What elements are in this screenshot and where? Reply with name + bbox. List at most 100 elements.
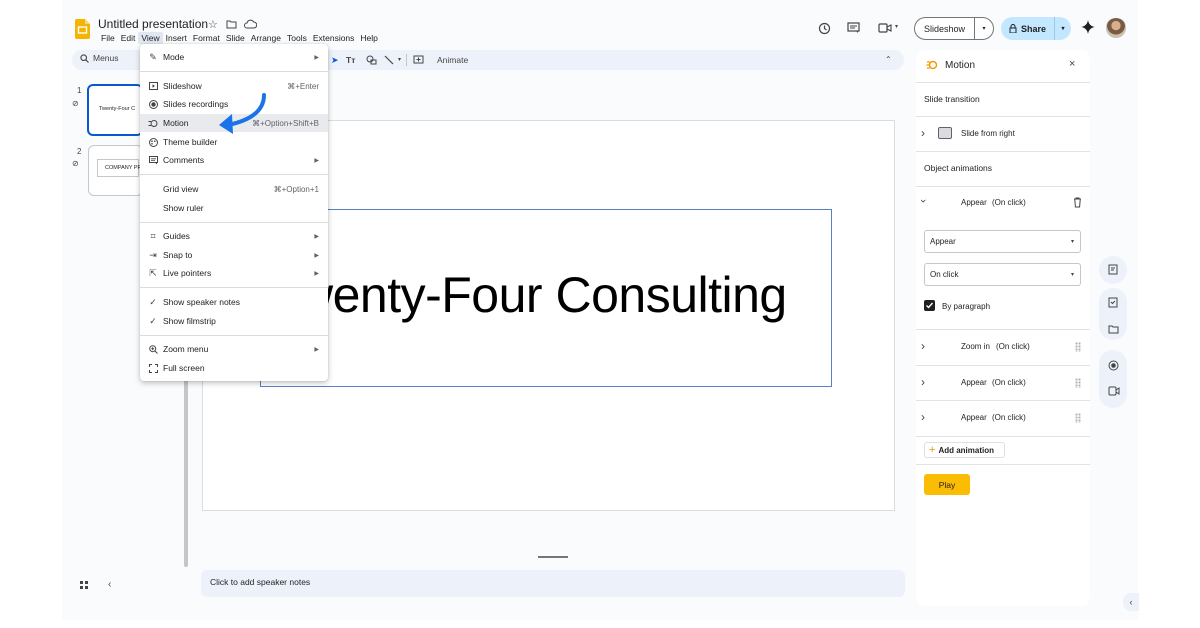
trigger-select[interactable]: On click ▾ xyxy=(924,263,1081,286)
collapse-filmstrip-icon[interactable]: ‹ xyxy=(108,579,111,590)
animation-trigger[interactable]: (On click) xyxy=(996,342,1030,351)
menu-tools[interactable]: Tools xyxy=(284,32,310,44)
slideshow-label[interactable]: Slideshow xyxy=(915,18,975,39)
gemini-sparkle-icon[interactable] xyxy=(1081,20,1095,34)
dropdown-arrow-icon: ▾ xyxy=(1070,239,1074,245)
tasks-icon[interactable] xyxy=(1108,297,1118,308)
menu-item-grid-view[interactable]: Grid view ⌘+Option+1 xyxy=(140,180,328,198)
menu-divider xyxy=(140,71,328,72)
slideshow-button[interactable]: Slideshow ▾ xyxy=(914,17,994,40)
thumbnail-text: Twenty-Four C xyxy=(99,106,136,112)
chevron-right-icon[interactable]: › xyxy=(921,410,925,424)
submenu-arrow-icon: ▶ xyxy=(314,252,319,259)
drag-handle-icon[interactable] xyxy=(1075,413,1081,423)
menu-slide[interactable]: Slide xyxy=(223,32,248,44)
comment-icon xyxy=(148,155,158,165)
move-folder-icon[interactable] xyxy=(226,19,237,29)
delete-icon[interactable] xyxy=(1073,197,1082,208)
menu-item-label: Zoom menu xyxy=(163,344,209,354)
slides-logo[interactable] xyxy=(75,19,90,39)
share-main[interactable]: Share xyxy=(1001,17,1055,40)
record-icon[interactable] xyxy=(1108,360,1119,371)
chevron-down-icon[interactable]: › xyxy=(917,199,929,203)
menu-file[interactable]: File xyxy=(98,32,118,44)
animation-trigger[interactable]: (On click) xyxy=(992,378,1026,387)
menus-search[interactable]: Menus xyxy=(80,53,119,63)
menu-item-show-filmstrip[interactable]: ✓ Show filmstrip xyxy=(140,312,328,330)
comments-icon[interactable] xyxy=(844,19,862,37)
effect-select[interactable]: Appear ▾ xyxy=(924,230,1081,253)
document-title[interactable]: Untitled presentation xyxy=(98,17,208,31)
slide-thumbnail[interactable]: Twenty-Four C xyxy=(87,84,143,136)
transition-effect[interactable]: Slide from right xyxy=(961,129,1015,138)
chevron-right-icon[interactable]: › xyxy=(921,375,925,389)
slideshow-dropdown-icon[interactable]: ▾ xyxy=(975,25,993,32)
menu-item-live-pointers[interactable]: ⇱ Live pointers ▶ xyxy=(140,264,328,282)
select-cursor-icon[interactable]: ➤ xyxy=(331,55,339,66)
menu-item-show-ruler[interactable]: Show ruler xyxy=(140,199,328,217)
menu-item-snap-to[interactable]: ⇥ Snap to ▶ xyxy=(140,246,328,264)
avatar[interactable] xyxy=(1106,18,1126,38)
animation-effect[interactable]: Appear xyxy=(961,378,987,387)
cloud-status-icon[interactable] xyxy=(244,19,257,29)
by-paragraph-label: By paragraph xyxy=(942,302,991,311)
menu-insert[interactable]: Insert xyxy=(163,32,190,44)
add-animation-label: Add animation xyxy=(938,445,994,455)
notes-resize-handle[interactable] xyxy=(538,556,568,558)
animation-trigger[interactable]: (On click) xyxy=(992,413,1026,422)
line-icon[interactable] xyxy=(384,55,394,65)
slide-thumbnail[interactable]: COMPANY PR xyxy=(88,145,143,196)
menu-item-full-screen[interactable]: Full screen xyxy=(140,359,328,377)
add-animation-button[interactable]: + Add animation xyxy=(924,442,1005,458)
drag-handle-icon[interactable] xyxy=(1075,378,1081,388)
side-button-group xyxy=(1099,350,1127,408)
menu-item-show-speaker-notes[interactable]: ✓ Show speaker notes xyxy=(140,293,328,311)
menu-view[interactable]: View xyxy=(138,32,163,44)
menu-item-comments[interactable]: Comments ▶ xyxy=(140,151,328,169)
shape-icon[interactable] xyxy=(366,55,377,65)
animation-effect[interactable]: Appear xyxy=(961,198,987,207)
line-dropdown-icon[interactable]: ▾ xyxy=(398,56,401,63)
divider xyxy=(916,400,1090,401)
menu-extensions[interactable]: Extensions xyxy=(310,32,358,44)
folder-icon[interactable] xyxy=(1108,324,1119,334)
share-dropdown-icon[interactable]: ▾ xyxy=(1055,25,1071,32)
grid-view-icon[interactable] xyxy=(79,580,89,590)
expand-side-panel-icon[interactable]: ‹ xyxy=(1123,593,1139,611)
animation-effect[interactable]: Zoom in xyxy=(961,342,990,351)
slide-title-text[interactable]: wenty-Four Consulting xyxy=(297,266,787,324)
menu-item-zoom-menu[interactable]: Zoom menu ▶ xyxy=(140,340,328,358)
speaker-notes[interactable]: Click to add speaker notes xyxy=(201,570,905,597)
by-paragraph-checkbox[interactable] xyxy=(924,300,935,311)
share-button[interactable]: Share ▾ xyxy=(1001,17,1071,40)
menu-arrange[interactable]: Arrange xyxy=(248,32,284,44)
menu-item-label: Slideshow xyxy=(163,81,202,91)
menu-edit[interactable]: Edit xyxy=(118,32,139,44)
animation-effect[interactable]: Appear xyxy=(961,413,987,422)
menu-divider xyxy=(140,174,328,175)
collapse-toolbar-icon[interactable]: ⌃ xyxy=(885,55,892,64)
keep-icon[interactable] xyxy=(1108,264,1118,275)
camera-icon[interactable] xyxy=(1108,386,1120,396)
drag-handle-icon[interactable] xyxy=(1075,342,1081,352)
star-icon[interactable]: ☆ xyxy=(208,18,218,31)
transition-preview-icon xyxy=(938,127,952,139)
menu-item-mode[interactable]: ✎ Mode ▶ xyxy=(140,48,328,66)
menu-item-guides[interactable]: ⌗ Guides ▶ xyxy=(140,227,328,245)
play-button[interactable]: Play xyxy=(924,474,970,495)
animate-button[interactable]: Animate xyxy=(437,55,468,65)
close-icon[interactable]: × xyxy=(1069,58,1075,70)
add-comment-icon[interactable] xyxy=(413,55,424,65)
meet-dropdown-icon[interactable]: ▾ xyxy=(895,23,898,30)
plus-icon: + xyxy=(929,444,936,456)
menu-item-label: Theme builder xyxy=(163,137,218,147)
animation-trigger[interactable]: (On click) xyxy=(992,198,1026,207)
menu-help[interactable]: Help xyxy=(357,32,380,44)
meet-icon[interactable] xyxy=(876,19,894,37)
version-history-icon[interactable] xyxy=(815,19,833,37)
bottom-strip xyxy=(62,620,1138,628)
text-box-icon[interactable]: Tт xyxy=(346,55,355,65)
menu-format[interactable]: Format xyxy=(190,32,223,44)
chevron-right-icon[interactable]: › xyxy=(921,126,925,140)
chevron-right-icon[interactable]: › xyxy=(921,339,925,353)
